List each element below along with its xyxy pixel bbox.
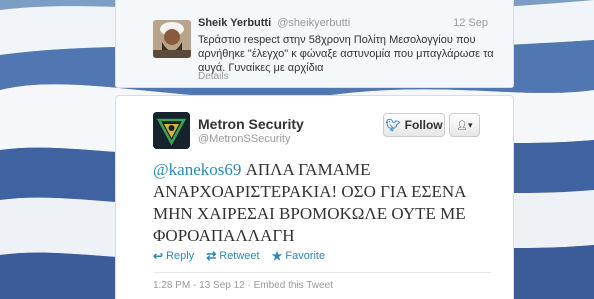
main-tweet-card: Metron Security @MetronSSecurity 🐦︎ Foll… (115, 95, 514, 299)
main-author-name[interactable]: Metron Security (198, 116, 304, 132)
follow-button[interactable]: 🐦︎ Follow (383, 113, 445, 137)
user-dropdown-icon: 👤︎▾ (456, 119, 473, 130)
divider (153, 272, 491, 273)
tweet-actions: ↩ Reply ⇄ Retweet ★ Favorite (153, 248, 325, 264)
reply-timestamp[interactable]: 12 Sep (453, 17, 488, 29)
star-icon: ★ (271, 249, 283, 263)
reply-tweet-text: Τεράστιο respect στην 58χρονη Πολίτη Μεσ… (198, 34, 494, 74)
reply-author-name[interactable]: Sheik Yerbutti (198, 17, 271, 29)
bird-icon: 🐦︎ (385, 118, 401, 132)
mention-link[interactable]: @kanekos69 (153, 160, 241, 179)
reply-tweet-card: Sheik Yerbutti @sheikyerbutti 12 Sep Τερ… (115, 0, 514, 88)
reply-arrow-icon: ↩ (153, 249, 164, 263)
main-author-handle[interactable]: @MetronSSecurity (198, 133, 290, 145)
reply-label: Reply (166, 250, 195, 262)
retweet-icon: ⇄ (206, 249, 217, 263)
reply-action[interactable]: ↩ Reply (153, 248, 194, 264)
details-link[interactable]: Details (198, 71, 229, 82)
favorite-action[interactable]: ★ Favorite (272, 248, 326, 264)
favorite-label: Favorite (285, 250, 326, 262)
user-actions-button[interactable]: 👤︎▾ (449, 113, 480, 137)
main-tweet-text: @kanekos69 ΑΠΛΑ ΓΑΜΑΜΕ ΑΝΑΡΧΟΑΡΙΣΤΕΡΑΚΙΑ… (153, 159, 483, 247)
metron-avatar[interactable] (153, 112, 190, 149)
retweet-action[interactable]: ⇄ Retweet (206, 248, 259, 264)
follow-label: Follow (404, 118, 443, 132)
retweet-label: Retweet (219, 250, 260, 262)
sheik-avatar[interactable] (153, 20, 191, 58)
tweet-meta: 1:28 PM - 13 Sep 12 · Embed this Tweet (153, 280, 333, 291)
reply-author-handle[interactable]: @sheikyerbutti (277, 17, 350, 29)
